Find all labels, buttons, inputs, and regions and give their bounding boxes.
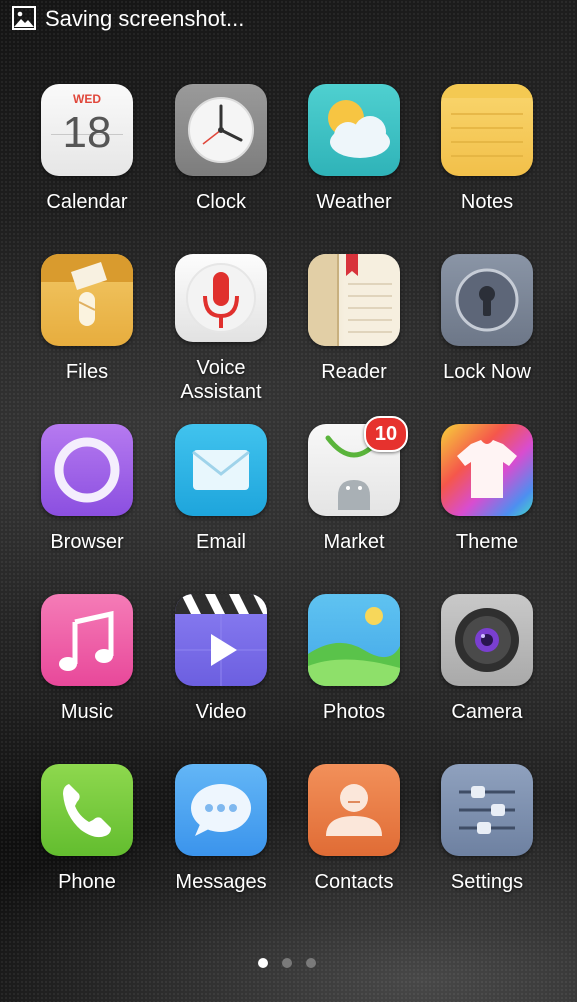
app-label: Reader — [321, 361, 387, 383]
app-weather[interactable]: Weather — [287, 84, 421, 234]
app-label: Settings — [450, 871, 524, 893]
calendar-icon: WED 18 — [41, 84, 133, 176]
person-icon — [308, 764, 400, 856]
shopping-bag-icon: 10 — [308, 416, 408, 516]
app-row: Files Voice Assistant Reader Lock Now — [0, 254, 577, 404]
app-row: Browser Email 10 Market Theme — [0, 416, 577, 574]
app-label: Clock — [195, 191, 246, 213]
app-label: Weather — [316, 191, 392, 213]
status-bar: Saving screenshot... — [0, 0, 577, 40]
page-dot[interactable] — [282, 958, 292, 968]
music-note-icon — [41, 594, 133, 686]
app-label: Theme — [455, 531, 519, 553]
sliders-icon — [441, 764, 533, 856]
app-row: WED 18 Calendar Clock Weather Notes — [0, 84, 577, 234]
app-label: Contacts — [314, 871, 394, 893]
image-icon — [12, 6, 36, 30]
files-icon — [41, 254, 133, 346]
app-music[interactable]: Music — [20, 594, 154, 744]
app-label: Messages — [175, 871, 267, 893]
app-label: Photos — [322, 701, 386, 723]
app-video[interactable]: Video — [154, 594, 288, 744]
app-messages[interactable]: Messages — [154, 764, 288, 914]
app-files[interactable]: Files — [20, 254, 154, 404]
app-label: Camera — [451, 701, 523, 723]
app-row: Phone Messages Contacts Settings — [0, 764, 577, 914]
chat-bubble-icon — [175, 764, 267, 856]
app-browser[interactable]: Browser — [20, 424, 154, 574]
app-market[interactable]: 10 Market — [287, 416, 421, 574]
calendar-day-number: 18 — [62, 108, 112, 157]
app-voice-assistant[interactable]: Voice Assistant — [154, 254, 288, 404]
book-icon — [308, 254, 400, 346]
browser-icon — [41, 424, 133, 516]
app-label: Voice Assistant — [180, 357, 262, 403]
envelope-icon — [175, 424, 267, 516]
app-email[interactable]: Email — [154, 424, 288, 574]
app-theme[interactable]: Theme — [420, 424, 554, 574]
app-photos[interactable]: Photos — [287, 594, 421, 744]
landscape-icon — [308, 594, 400, 686]
app-phone[interactable]: Phone — [20, 764, 154, 914]
app-label: Market — [323, 531, 385, 553]
weather-icon — [308, 84, 400, 176]
app-label: Files — [65, 361, 109, 383]
app-calendar[interactable]: WED 18 Calendar — [20, 84, 154, 234]
app-label: Lock Now — [443, 361, 531, 383]
phone-handset-icon — [41, 764, 133, 856]
app-label: Calendar — [46, 191, 128, 213]
calendar-day-name: WED — [73, 92, 101, 106]
app-label: Notes — [460, 191, 514, 213]
app-row: Music Video Photos Camera — [0, 594, 577, 744]
app-label: Video — [195, 701, 247, 723]
app-label: Email — [195, 531, 246, 553]
lock-icon — [441, 254, 533, 346]
page-dot[interactable] — [306, 958, 316, 968]
app-label: Browser — [50, 531, 124, 553]
app-contacts[interactable]: Contacts — [287, 764, 421, 914]
clock-icon — [175, 84, 267, 176]
app-camera[interactable]: Camera — [420, 594, 554, 744]
app-clock[interactable]: Clock — [154, 84, 288, 234]
app-lock-now[interactable]: Lock Now — [420, 254, 554, 404]
app-label: Phone — [58, 871, 116, 893]
page-dot[interactable] — [258, 958, 268, 968]
app-notes[interactable]: Notes — [420, 84, 554, 234]
notification-badge: 10 — [364, 416, 408, 452]
microphone-icon — [175, 254, 267, 342]
notes-icon — [441, 84, 533, 176]
tshirt-icon — [441, 424, 533, 516]
app-settings[interactable]: Settings — [420, 764, 554, 914]
camera-lens-icon — [441, 594, 533, 686]
page-indicator[interactable] — [0, 956, 577, 970]
play-icon — [175, 594, 267, 686]
status-text: Saving screenshot... — [45, 6, 245, 31]
app-label: Music — [60, 701, 114, 723]
app-reader[interactable]: Reader — [287, 254, 421, 404]
